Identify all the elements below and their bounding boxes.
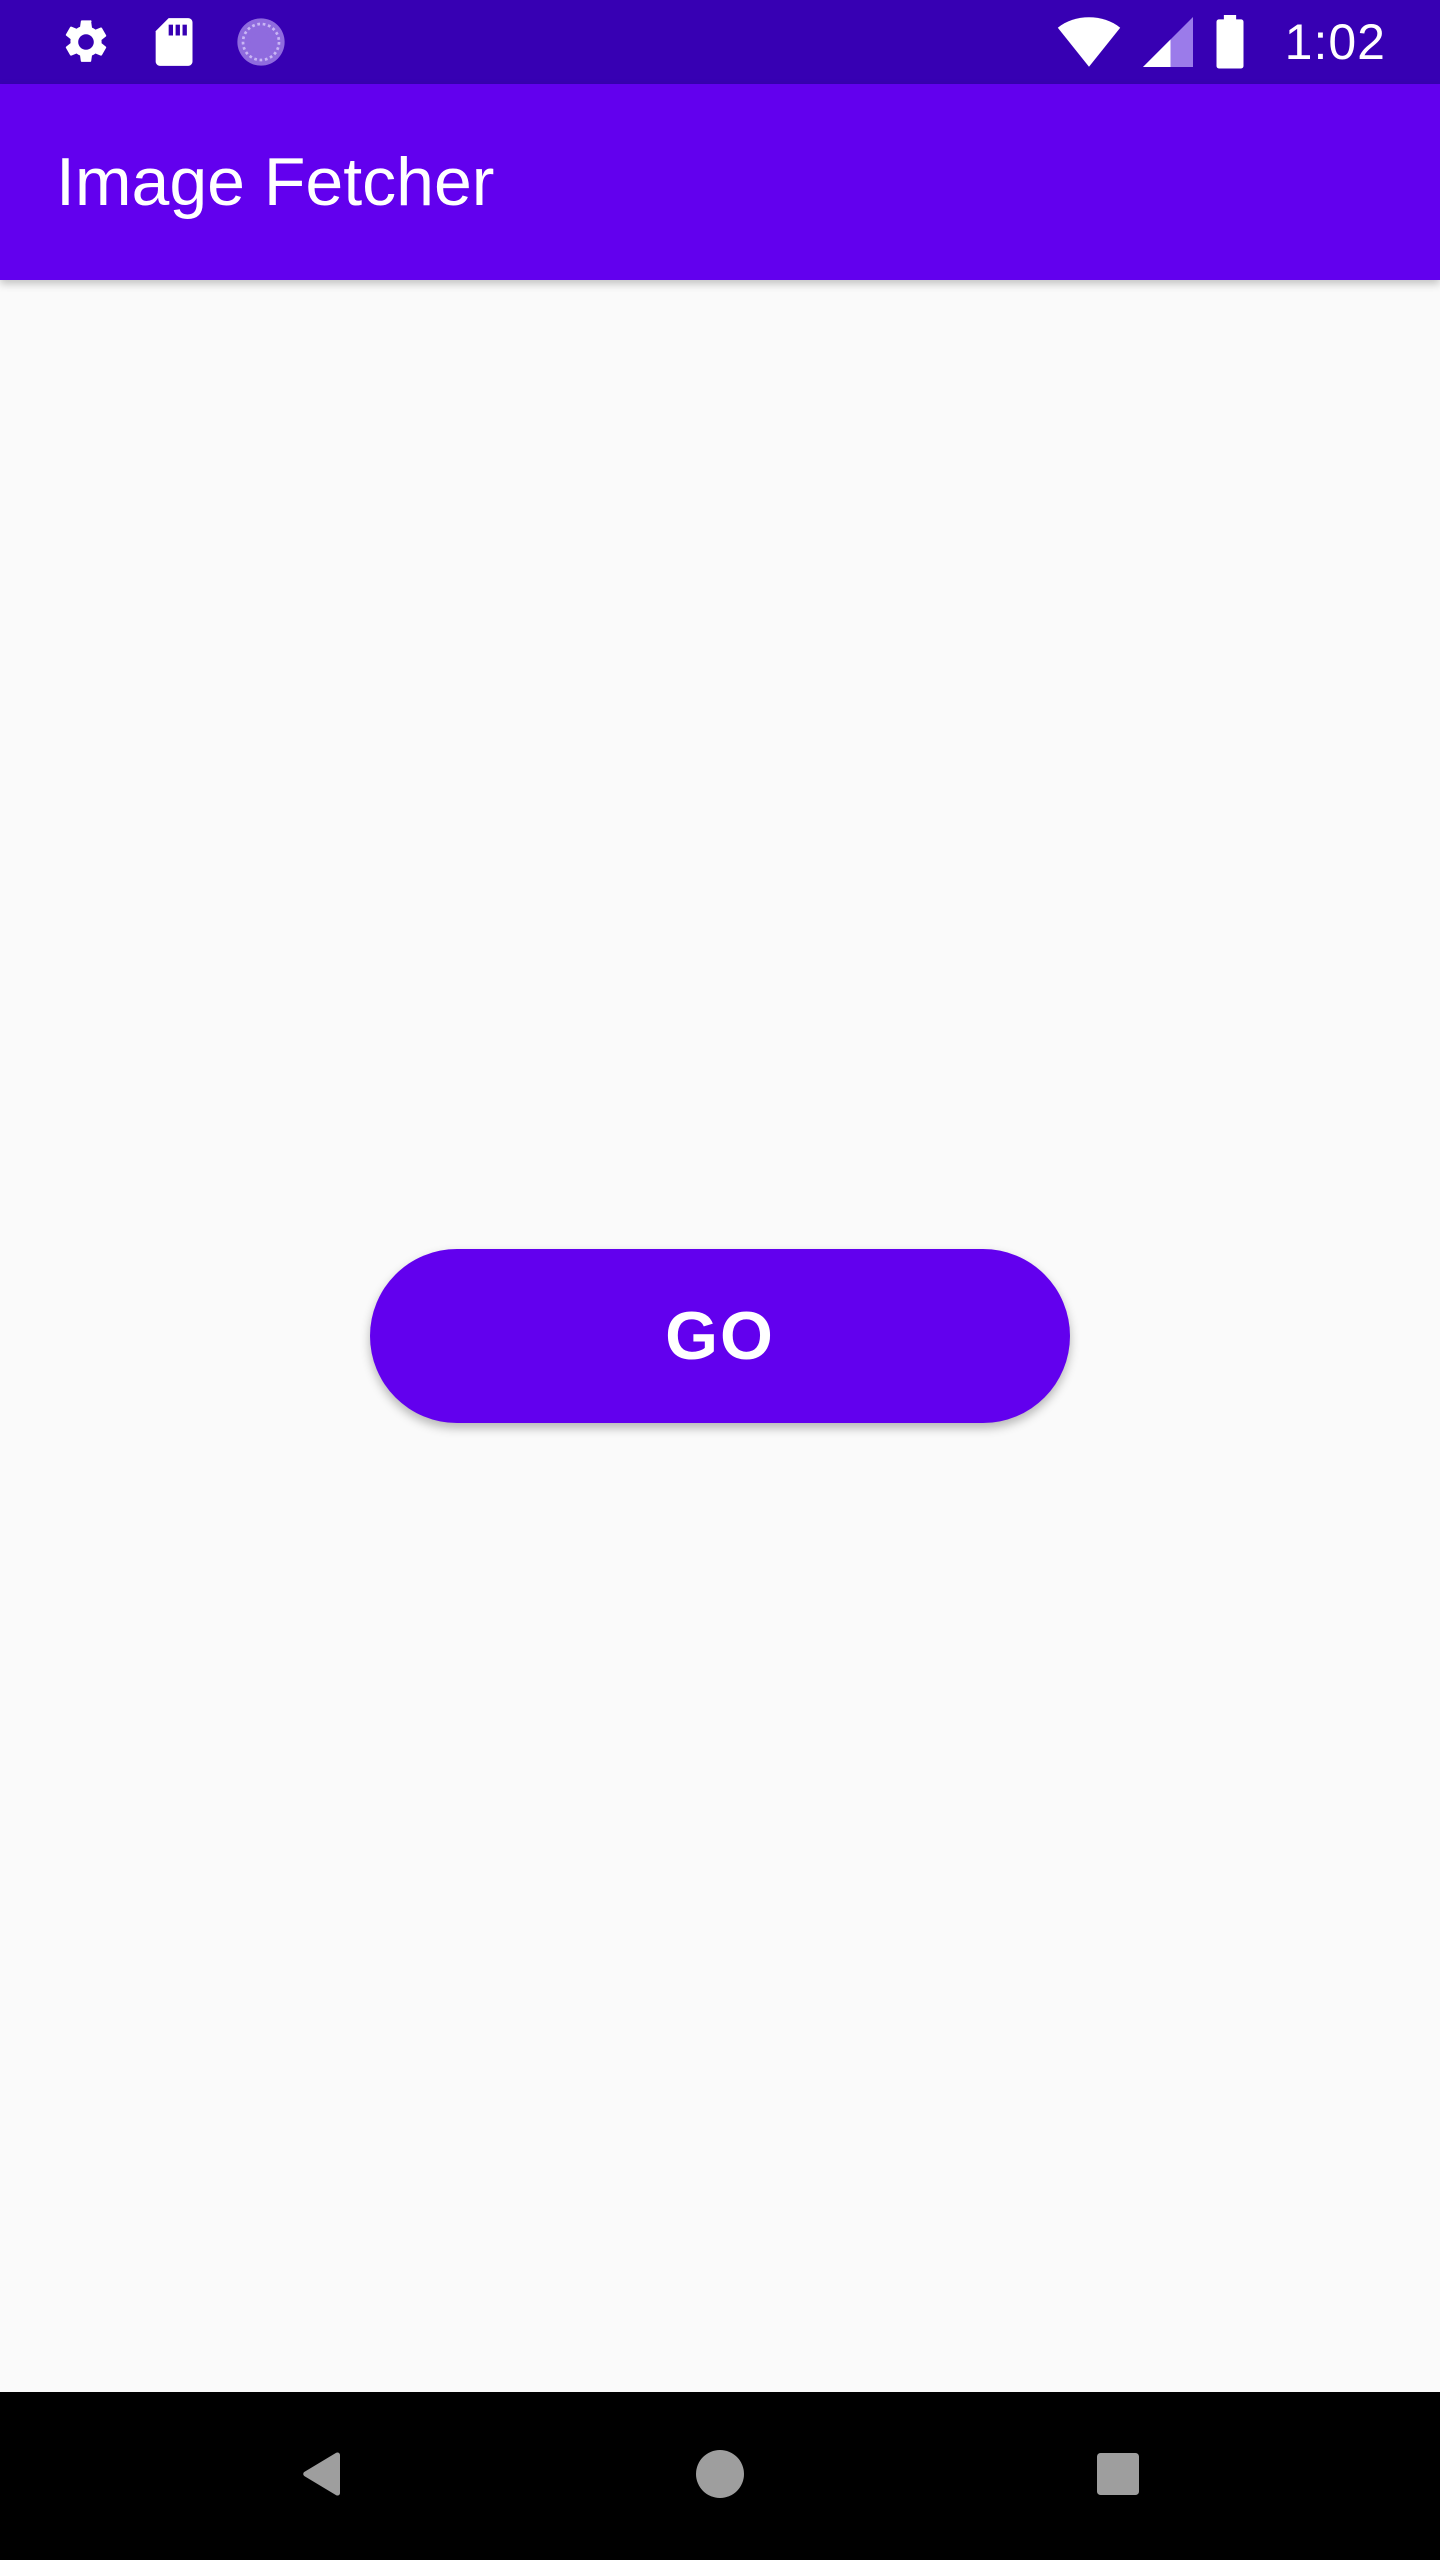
navigation-bar	[0, 2392, 1440, 2560]
status-bar: 1:02	[0, 0, 1440, 84]
sd-card-icon	[150, 16, 196, 68]
settings-icon	[60, 16, 112, 68]
main-content: GO	[0, 280, 1440, 2392]
cell-signal-icon	[1142, 17, 1193, 67]
back-icon	[300, 2450, 344, 2503]
status-bar-right: 1:02	[1057, 0, 1386, 84]
loading-icon	[234, 15, 288, 69]
back-button[interactable]	[238, 2392, 406, 2560]
recents-icon	[1097, 2452, 1139, 2500]
go-button[interactable]: GO	[370, 1249, 1070, 1423]
wifi-icon	[1057, 16, 1121, 68]
home-icon	[696, 2449, 744, 2503]
screen: 1:02 Image Fetcher GO	[0, 0, 1440, 2560]
recents-button[interactable]	[1034, 2392, 1202, 2560]
status-bar-left	[60, 0, 288, 84]
battery-icon	[1215, 15, 1245, 69]
app-title: Image Fetcher	[56, 144, 495, 220]
home-button[interactable]	[636, 2392, 804, 2560]
status-time: 1:02	[1284, 14, 1386, 70]
app-bar: Image Fetcher	[0, 84, 1440, 280]
